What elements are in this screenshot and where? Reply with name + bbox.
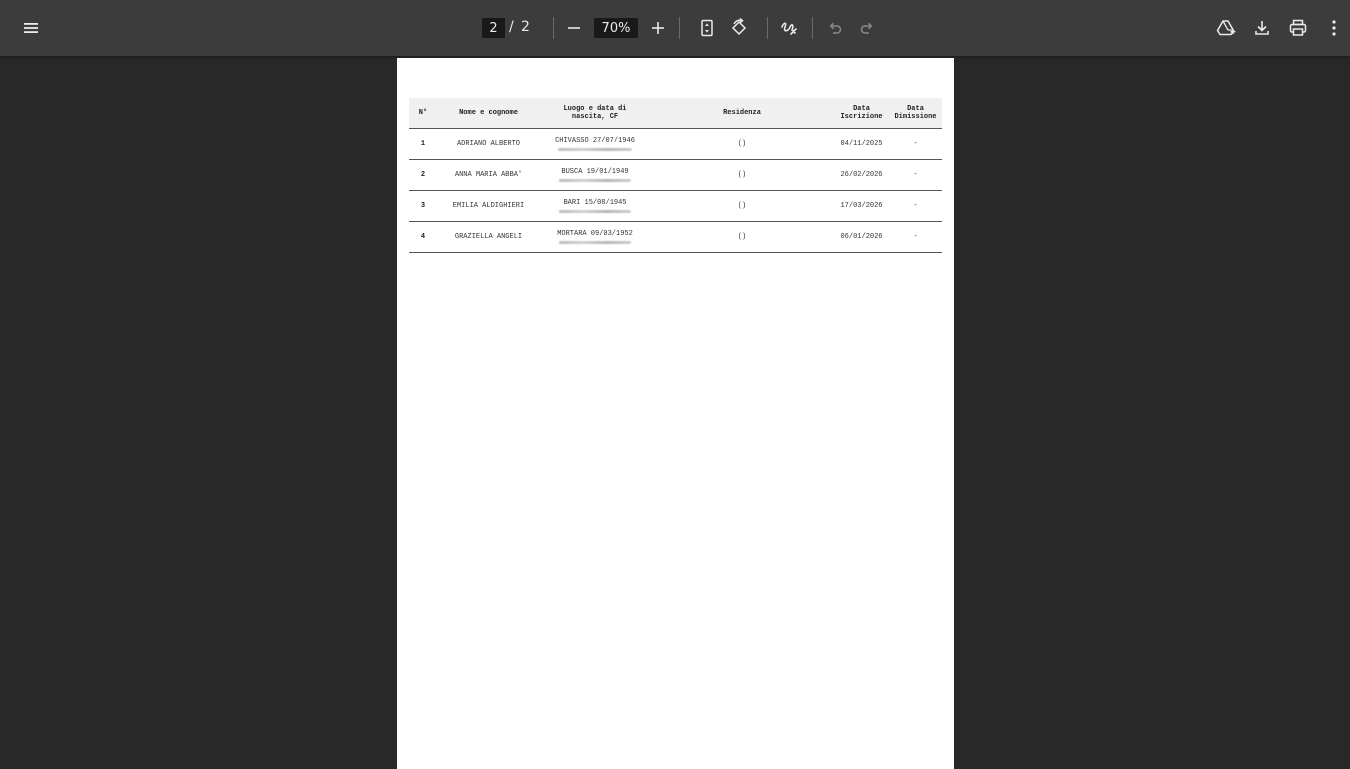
draw-icon[interactable]	[773, 12, 805, 44]
row-dismissal-date: -	[889, 221, 942, 253]
pdf-viewer-area[interactable]: N° Nome e cognome Luogo e data di nascita…	[0, 56, 1350, 769]
page-separator: /	[509, 19, 514, 35]
row-dismissal-date: -	[889, 128, 942, 160]
row-number: 1	[409, 128, 437, 160]
pdf-toolbar: / 2	[0, 0, 1350, 56]
toolbar-divider	[679, 17, 680, 39]
menu-icon[interactable]	[15, 12, 47, 44]
rotate-icon[interactable]	[723, 12, 755, 44]
row-name: EMILIA ALDIGHIERI	[437, 190, 540, 222]
more-vert-icon[interactable]	[1318, 12, 1350, 44]
row-birth: BUSCA 19/01/1949	[540, 159, 650, 191]
row-number: 4	[409, 221, 437, 253]
row-dismissal-date: -	[889, 159, 942, 191]
table-row: 1 ADRIANO ALBERTO CHIVASSO 27/07/1946 ()…	[409, 128, 942, 160]
header-birth: Luogo e data di nascita, CF	[540, 98, 650, 129]
row-registration-date: 17/03/2026	[834, 190, 889, 222]
header-residence: Residenza	[650, 98, 834, 129]
zoom-input[interactable]	[594, 18, 638, 38]
toolbar-divider	[767, 17, 768, 39]
redacted-tax-code	[559, 179, 631, 182]
table-row: 4 GRAZIELLA ANGELI MORTARA 09/03/1952 ()…	[409, 221, 942, 253]
table-row: 2 ANNA MARIA ABBA' BUSCA 19/01/1949 () 2…	[409, 159, 942, 191]
row-residence: ()	[650, 159, 834, 191]
add-to-drive-icon[interactable]	[1210, 12, 1242, 44]
page-number-input[interactable]	[482, 18, 505, 38]
plus-icon[interactable]	[642, 12, 674, 44]
fit-page-icon[interactable]	[691, 12, 723, 44]
row-birth: MORTARA 09/03/1952	[540, 221, 650, 253]
download-icon[interactable]	[1246, 12, 1278, 44]
row-registration-date: 26/02/2026	[834, 159, 889, 191]
header-number: N°	[409, 98, 437, 129]
table-row: 3 EMILIA ALDIGHIERI BARI 15/08/1945 () 1…	[409, 190, 942, 222]
row-residence: ()	[650, 190, 834, 222]
row-registration-date: 04/11/2025	[834, 128, 889, 160]
minus-icon[interactable]	[558, 12, 590, 44]
row-dismissal-date: -	[889, 190, 942, 222]
header-dismissal: Data Dimissione	[889, 98, 942, 129]
undo-icon[interactable]	[819, 12, 851, 44]
row-name: GRAZIELLA ANGELI	[437, 221, 540, 253]
row-residence: ()	[650, 221, 834, 253]
row-registration-date: 06/01/2026	[834, 221, 889, 253]
row-name: ADRIANO ALBERTO	[437, 128, 540, 160]
redacted-tax-code	[559, 241, 631, 244]
row-birth: CHIVASSO 27/07/1946	[540, 128, 650, 160]
table-header-row: N° Nome e cognome Luogo e data di nascita…	[409, 98, 942, 129]
toolbar-divider	[553, 17, 554, 39]
redacted-tax-code	[558, 148, 632, 151]
print-icon[interactable]	[1282, 12, 1314, 44]
row-residence: ()	[650, 128, 834, 160]
row-number: 2	[409, 159, 437, 191]
page-total: 2	[521, 19, 530, 35]
header-name: Nome e cognome	[437, 98, 540, 129]
toolbar-divider	[812, 17, 813, 39]
row-name: ANNA MARIA ABBA'	[437, 159, 540, 191]
redacted-tax-code	[559, 210, 631, 213]
redo-icon[interactable]	[851, 12, 883, 44]
pdf-page: N° Nome e cognome Luogo e data di nascita…	[397, 58, 954, 769]
header-registration: Data Iscrizione	[834, 98, 889, 129]
register-table: N° Nome e cognome Luogo e data di nascita…	[409, 98, 942, 253]
row-birth: BARI 15/08/1945	[540, 190, 650, 222]
row-number: 3	[409, 190, 437, 222]
